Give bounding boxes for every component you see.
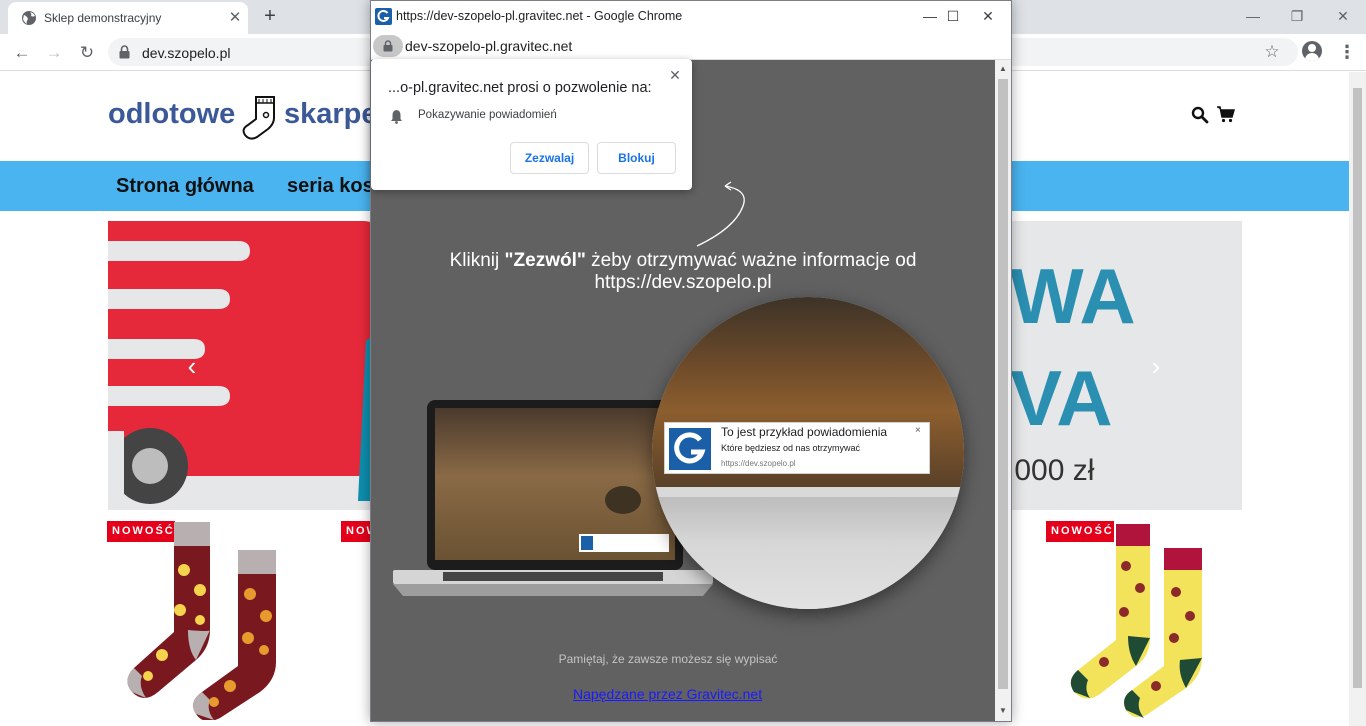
reload-icon[interactable]: ↻ [75, 41, 99, 65]
curved-arrow-decoration [696, 181, 745, 247]
allow-instruction-text: Kliknij "Zezwól" żeby otrzymywać ważne i… [449, 250, 917, 293]
scroll-up-arrow-icon[interactable]: ▲ [995, 61, 1011, 77]
nav-item-series[interactable]: seria kos [287, 175, 374, 198]
gravitec-favicon-icon [375, 8, 392, 25]
sock-logo-icon [242, 96, 275, 140]
new-tab-button[interactable]: + [259, 5, 281, 27]
permission-title: ...o-pl.gravitec.net prosi o pozwolenie … [388, 80, 652, 96]
banner-headline-line2: VA [1010, 354, 1113, 442]
product-image-socks[interactable] [118, 520, 298, 720]
popup-scrollbar-thumb[interactable] [998, 79, 1008, 689]
banner-next-arrow-icon[interactable]: › [1146, 351, 1166, 381]
lock-icon [119, 45, 130, 59]
back-arrow-icon[interactable]: ← [10, 41, 34, 65]
globe-icon [22, 11, 36, 25]
notification-body: Które będziesz od nas otrzymywać [721, 443, 861, 453]
popup-maximize-button[interactable]: ☐ [942, 6, 964, 26]
notification-permission-dialog: ...o-pl.gravitec.net prosi o pozwolenie … [371, 59, 692, 190]
nav-item-home[interactable]: Strona główna [116, 175, 254, 198]
minimize-button[interactable]: — [1242, 6, 1264, 26]
popup-address-bar: dev-szopelo-pl.gravitec.net [371, 32, 1011, 60]
lock-icon [383, 40, 393, 52]
popup-url: dev-szopelo-pl.gravitec.net [405, 38, 573, 54]
banner-prev-arrow-icon[interactable]: ‹ [182, 351, 202, 381]
unsubscribe-note: Pamiętaj, że zawsze możesz się wypisać [558, 652, 778, 666]
block-button[interactable]: Blokuj [597, 142, 676, 174]
search-icon[interactable] [1191, 106, 1209, 124]
popup-titlebar: https://dev-szopelo-pl.gravitec.net - Go… [371, 1, 1011, 32]
account-icon[interactable] [1302, 41, 1322, 61]
bell-icon [391, 110, 402, 124]
sample-notification: To jest przykład powiadomienia Które będ… [664, 422, 930, 474]
restore-button[interactable]: ❐ [1286, 6, 1308, 26]
permission-item-notifications: Pokazywanie powiadomień [418, 109, 557, 121]
logo-text-part1[interactable]: odlotowe [108, 98, 235, 131]
forward-arrow-icon[interactable]: → [42, 41, 66, 65]
notification-url: https://dev.szopelo.pl [721, 459, 796, 468]
tab-title: Sklep demonstracyjny [44, 11, 162, 25]
popup-minimize-button[interactable]: — [919, 6, 941, 26]
banner-price: .000 zł [1006, 454, 1095, 487]
powered-by-link[interactable]: Napędzane przez Gravitec.net [573, 686, 762, 702]
page-scrollbar-thumb[interactable] [1353, 88, 1362, 688]
tab-close-icon[interactable]: ✕ [226, 9, 244, 27]
cart-icon[interactable] [1216, 105, 1236, 123]
notification-close-icon: × [915, 425, 921, 436]
allow-button[interactable]: Zezwalaj [510, 142, 589, 174]
notification-title: To jest przykład powiadomienia [721, 425, 888, 439]
browser-menu-icon[interactable]: ⋮ [1338, 41, 1356, 63]
address-url: dev.szopelo.pl [142, 45, 231, 61]
logo-text-part2[interactable]: skarpe [284, 98, 378, 131]
popup-close-button[interactable]: ✕ [977, 6, 999, 26]
scroll-down-arrow-icon[interactable]: ▼ [995, 703, 1011, 719]
popup-window-title: https://dev-szopelo-pl.gravitec.net - Go… [396, 9, 683, 23]
banner-headline-line1: WA [1010, 252, 1136, 340]
browser-tab[interactable]: Sklep demonstracyjny ✕ [8, 2, 248, 34]
gravitec-logo-icon [669, 428, 711, 470]
bookmark-star-icon[interactable]: ☆ [1262, 42, 1282, 62]
product-image-socks[interactable] [1064, 520, 1214, 720]
permission-close-icon[interactable]: ✕ [667, 67, 683, 83]
close-window-button[interactable]: ✕ [1332, 6, 1354, 26]
new-badge: NOW [341, 521, 371, 542]
